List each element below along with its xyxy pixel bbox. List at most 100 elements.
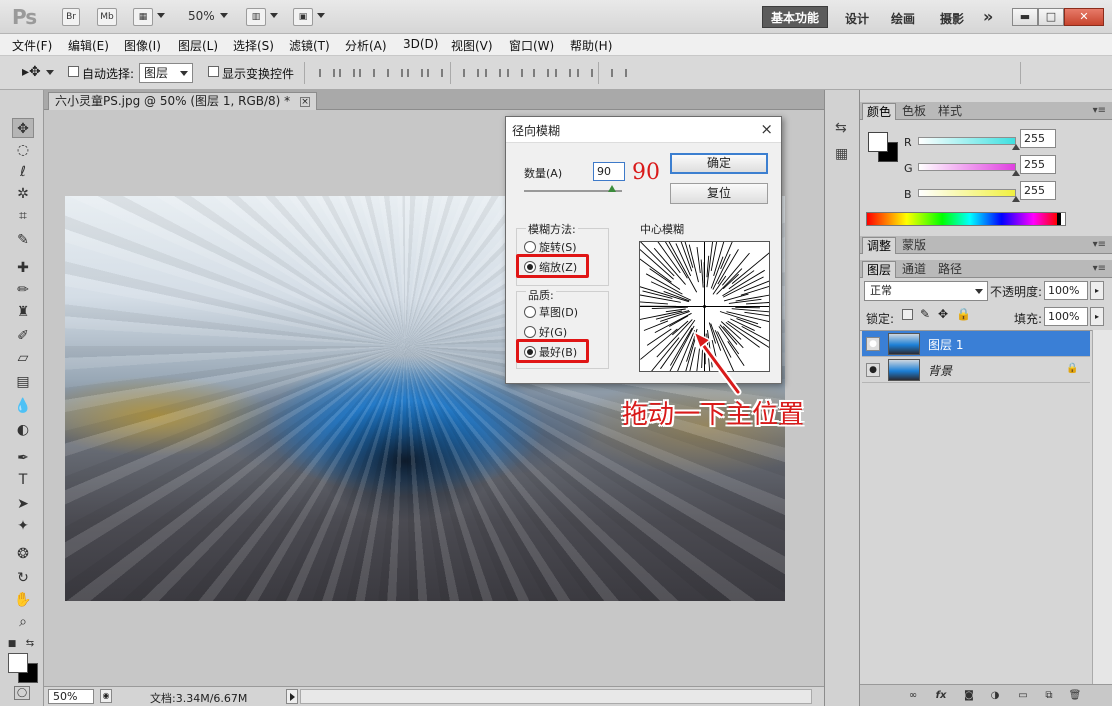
- distribute-vcenter-icon[interactable]: [484, 66, 501, 80]
- tab-styles[interactable]: 样式: [934, 103, 966, 120]
- close-window-button[interactable]: ✕: [1064, 8, 1104, 26]
- 3d-orbit-tool-icon[interactable]: ↻: [12, 568, 34, 588]
- color-panel-foreground[interactable]: [868, 132, 888, 152]
- actions-panel-icon[interactable]: ▦: [835, 146, 848, 162]
- method-spin-option[interactable]: 旋转(S): [524, 239, 577, 255]
- channel-g-knob[interactable]: [1012, 170, 1020, 176]
- blur-tool-icon[interactable]: 💧: [12, 396, 34, 416]
- menu-edit[interactable]: 编辑(E): [68, 37, 109, 54]
- healing-brush-tool-icon[interactable]: ✚: [12, 258, 34, 278]
- add-mask-icon[interactable]: ◙: [962, 689, 976, 702]
- ok-button[interactable]: 确定: [670, 153, 768, 174]
- pen-tool-icon[interactable]: ✒: [12, 448, 34, 468]
- lock-all-icon[interactable]: 🔒: [956, 307, 971, 321]
- chevron-down-icon[interactable]: [46, 70, 54, 75]
- layer-row[interactable]: ● 图层 1: [862, 331, 1090, 357]
- channel-r-slider[interactable]: [918, 137, 1016, 145]
- chevron-down-icon[interactable]: [317, 13, 325, 18]
- menu-view[interactable]: 视图(V): [451, 37, 493, 54]
- adjustment-layer-icon[interactable]: ◑: [988, 689, 1002, 702]
- view-extras-button[interactable]: ▦: [133, 8, 153, 26]
- layer-style-icon[interactable]: fx: [934, 689, 948, 702]
- quality-good-option[interactable]: 好(G): [524, 324, 567, 340]
- workspace-design[interactable]: 设计: [845, 10, 869, 27]
- distribute-bottom-icon[interactable]: [506, 66, 523, 80]
- workspace-photography[interactable]: 摄影: [940, 10, 964, 27]
- reset-button[interactable]: 复位: [670, 183, 768, 204]
- amount-slider-knob[interactable]: [608, 185, 617, 192]
- type-tool-icon[interactable]: T: [12, 470, 34, 490]
- channel-b-input[interactable]: 255: [1020, 181, 1056, 200]
- align-top-icon[interactable]: [318, 66, 335, 80]
- distribute-hcenter-icon[interactable]: [554, 66, 571, 80]
- tab-color[interactable]: 颜色: [862, 103, 897, 120]
- menu-help[interactable]: 帮助(H): [570, 37, 612, 54]
- eye-icon[interactable]: ●: [866, 363, 880, 377]
- lock-position-icon[interactable]: ✥: [938, 307, 948, 321]
- default-colors-icon[interactable]: ■: [6, 634, 18, 654]
- more-workspaces-icon[interactable]: »: [983, 7, 993, 26]
- brush-tool-icon[interactable]: ✏: [12, 280, 34, 300]
- align-hcenter-icon[interactable]: [406, 66, 423, 80]
- close-icon[interactable]: ×: [760, 120, 773, 138]
- link-layers-icon[interactable]: ∞: [906, 689, 920, 702]
- tab-swatches[interactable]: 色板: [898, 103, 930, 120]
- chevron-down-icon[interactable]: [270, 13, 278, 18]
- align-bottom-icon[interactable]: [358, 66, 375, 80]
- lock-pixels-icon[interactable]: ✎: [920, 307, 930, 321]
- tab-masks[interactable]: 蒙版: [898, 237, 930, 254]
- amount-input[interactable]: 90: [593, 162, 625, 181]
- distribute-left-icon[interactable]: [532, 66, 549, 80]
- workspace-essentials[interactable]: 基本功能: [762, 6, 828, 28]
- zoom-tool-icon[interactable]: ⌕: [12, 612, 34, 632]
- align-left-icon[interactable]: [386, 66, 403, 80]
- maximize-button[interactable]: □: [1038, 8, 1064, 26]
- document-tab[interactable]: 六小灵童PS.jpg @ 50% (图层 1, RGB/8) * ×: [48, 92, 317, 110]
- path-selection-tool-icon[interactable]: ➤: [12, 494, 34, 514]
- channel-r-knob[interactable]: [1012, 144, 1020, 150]
- quick-select-tool-icon[interactable]: ✲: [12, 184, 34, 204]
- align-vcenter-icon[interactable]: [338, 66, 355, 80]
- eye-icon[interactable]: ●: [866, 337, 880, 351]
- lasso-tool-icon[interactable]: ℓ: [12, 162, 34, 182]
- shape-tool-icon[interactable]: ✦: [12, 516, 34, 536]
- dialog-titlebar[interactable]: 径向模糊 ×: [506, 117, 781, 143]
- gradient-tool-icon[interactable]: ▤: [12, 372, 34, 392]
- hand-tool-icon[interactable]: ✋: [12, 590, 34, 610]
- fill-arrow-icon[interactable]: ▸: [1090, 307, 1104, 326]
- menu-file[interactable]: 文件(F): [12, 37, 52, 54]
- horizontal-scrollbar[interactable]: [300, 689, 812, 704]
- channel-g-input[interactable]: 255: [1020, 155, 1056, 174]
- show-transform-checkbox[interactable]: [208, 66, 219, 77]
- eraser-tool-icon[interactable]: ▱: [12, 348, 34, 368]
- screen-mode-button[interactable]: ▣: [293, 8, 313, 26]
- channel-b-slider[interactable]: [918, 189, 1016, 197]
- zoom-level[interactable]: 50%: [188, 9, 215, 23]
- quick-mask-icon[interactable]: ◯: [14, 686, 30, 700]
- arrange-documents-button[interactable]: ▥: [246, 8, 266, 26]
- mini-bridge-button[interactable]: Mb: [97, 8, 117, 26]
- opacity-input[interactable]: 100%: [1044, 281, 1088, 300]
- menu-image[interactable]: 图像(I): [124, 37, 161, 54]
- chevron-down-icon[interactable]: [220, 13, 228, 18]
- panel-menu-icon[interactable]: ▾≡: [1093, 263, 1106, 274]
- status-info-icon[interactable]: ◉: [100, 689, 112, 703]
- layer-row[interactable]: ● 背景 🔒: [862, 357, 1090, 383]
- menu-analysis[interactable]: 分析(A): [345, 37, 387, 54]
- tab-adjustments[interactable]: 调整: [862, 237, 897, 254]
- clone-stamp-tool-icon[interactable]: ♜: [12, 302, 34, 322]
- panel-menu-icon[interactable]: ▾≡: [1093, 239, 1106, 250]
- chevron-down-icon[interactable]: [157, 13, 165, 18]
- new-layer-icon[interactable]: ⧉: [1042, 689, 1056, 702]
- history-brush-tool-icon[interactable]: ✐: [12, 326, 34, 346]
- menu-select[interactable]: 选择(S): [233, 37, 274, 54]
- marquee-tool-icon[interactable]: ◌: [12, 140, 34, 160]
- radio-unselected[interactable]: [524, 241, 536, 253]
- channel-r-input[interactable]: 255: [1020, 129, 1056, 148]
- workspace-painting[interactable]: 绘画: [891, 10, 915, 27]
- crop-tool-icon[interactable]: ⌗: [12, 206, 34, 226]
- status-menu-arrow[interactable]: [286, 689, 298, 704]
- tab-channels[interactable]: 通道: [898, 261, 930, 278]
- auto-align-icon[interactable]: [610, 66, 627, 80]
- foreground-color-swatch[interactable]: [8, 653, 28, 673]
